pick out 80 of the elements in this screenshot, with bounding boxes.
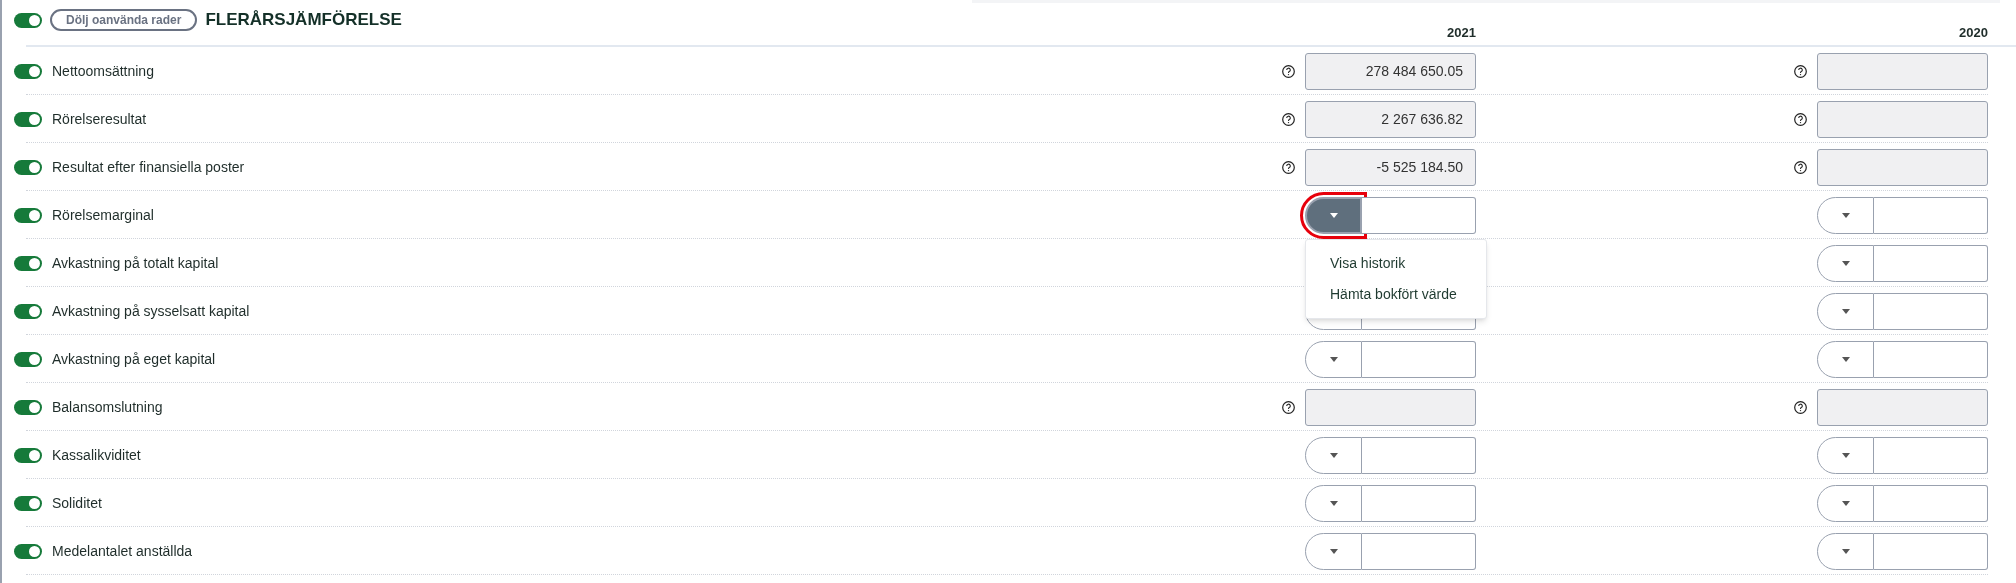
dropdown-button[interactable] bbox=[1817, 196, 1874, 234]
help-icon[interactable] bbox=[1282, 64, 1295, 78]
help-icon[interactable] bbox=[1794, 112, 1807, 126]
toggle-switch[interactable] bbox=[14, 207, 42, 223]
input-field[interactable] bbox=[1874, 436, 1988, 474]
caret-icon bbox=[1841, 212, 1850, 218]
toggle-switch[interactable] bbox=[14, 63, 42, 79]
value-field[interactable]: 2 267 636.82 bbox=[1305, 100, 1476, 138]
value-field[interactable]: -5 525 184.50 bbox=[1305, 148, 1476, 186]
section-title: FLERÅRSJÄMFÖRELSE bbox=[205, 9, 402, 32]
caret-icon bbox=[1329, 452, 1338, 458]
year-heading: 2021 bbox=[1447, 24, 1476, 42]
row-label: Rörelsemarginal bbox=[52, 205, 154, 225]
input-field[interactable] bbox=[1874, 196, 1988, 234]
input-field[interactable] bbox=[1874, 532, 1988, 570]
dropdown-button[interactable] bbox=[1817, 244, 1874, 282]
dropdown-button[interactable] bbox=[1817, 532, 1874, 570]
value-field[interactable] bbox=[1305, 388, 1476, 426]
hide-unused-rows-button[interactable]: Dölj oanvända rader bbox=[50, 9, 198, 31]
toggle-switch[interactable] bbox=[14, 351, 42, 367]
input-field[interactable] bbox=[1874, 292, 1988, 330]
value-field[interactable] bbox=[1817, 388, 1988, 426]
input-field[interactable] bbox=[1874, 484, 1988, 522]
input-field[interactable] bbox=[1874, 244, 1988, 282]
help-icon[interactable] bbox=[1794, 400, 1807, 414]
caret-icon bbox=[1841, 548, 1850, 554]
caret-icon bbox=[1329, 500, 1338, 506]
toggle-switch[interactable] bbox=[14, 12, 42, 28]
dropdown-button[interactable] bbox=[1817, 340, 1874, 378]
toggle-switch[interactable] bbox=[14, 255, 42, 271]
year-heading: 2020 bbox=[1959, 24, 1988, 42]
caret-icon bbox=[1329, 548, 1338, 554]
input-field[interactable] bbox=[1362, 484, 1476, 522]
row-label: Resultat efter finansiella poster bbox=[52, 157, 245, 177]
input-field[interactable] bbox=[1874, 340, 1988, 378]
value-field[interactable] bbox=[1817, 52, 1988, 90]
row-label: Avkastning på totalt kapital bbox=[52, 253, 219, 273]
caret-icon bbox=[1841, 308, 1850, 314]
help-icon[interactable] bbox=[1282, 112, 1295, 126]
help-icon[interactable] bbox=[1282, 400, 1295, 414]
input-field[interactable] bbox=[1362, 340, 1476, 378]
dropdown-button[interactable] bbox=[1305, 532, 1362, 570]
value-field[interactable] bbox=[1817, 148, 1988, 186]
help-icon[interactable] bbox=[1794, 64, 1807, 78]
value-field[interactable]: 278 484 650.05 bbox=[1305, 52, 1476, 90]
toggle-switch[interactable] bbox=[14, 447, 42, 463]
row-label: Soliditet bbox=[52, 493, 102, 513]
caret-icon bbox=[1841, 452, 1850, 458]
row-label: Medelantalet anställda bbox=[52, 541, 193, 561]
dropdown-button[interactable] bbox=[1305, 340, 1362, 378]
input-field[interactable] bbox=[1362, 436, 1476, 474]
input-field[interactable] bbox=[1362, 196, 1476, 234]
caret-icon bbox=[1841, 500, 1850, 506]
help-icon[interactable] bbox=[1794, 160, 1807, 174]
caret-icon bbox=[1841, 260, 1850, 266]
row-label: Balansomslutning bbox=[52, 397, 163, 417]
value-field[interactable] bbox=[1817, 100, 1988, 138]
dropdown-button[interactable] bbox=[1305, 484, 1362, 522]
row-label: Nettoomsättning bbox=[52, 61, 154, 81]
toggle-switch[interactable] bbox=[14, 495, 42, 511]
toggle-switch[interactable] bbox=[14, 543, 42, 559]
menu-item[interactable]: Visa historik bbox=[1306, 247, 1486, 279]
toggle-switch[interactable] bbox=[14, 159, 42, 175]
toggle-switch[interactable] bbox=[14, 399, 42, 415]
toggle-switch[interactable] bbox=[14, 111, 42, 127]
caret-icon bbox=[1329, 212, 1338, 218]
row-label: Rörelseresultat bbox=[52, 109, 147, 129]
caret-icon bbox=[1329, 356, 1338, 362]
dropdown-button[interactable] bbox=[1817, 484, 1874, 522]
toggle-switch[interactable] bbox=[14, 303, 42, 319]
row-label: Avkastning på eget kapital bbox=[52, 349, 216, 369]
dropdown-button[interactable] bbox=[1305, 436, 1362, 474]
caret-icon bbox=[1841, 356, 1850, 362]
input-field[interactable] bbox=[1362, 532, 1476, 570]
dropdown-button[interactable] bbox=[1817, 292, 1874, 330]
help-icon[interactable] bbox=[1282, 160, 1295, 174]
menu-item[interactable]: Hämta bokfört värde bbox=[1306, 278, 1486, 310]
dropdown-button[interactable] bbox=[1817, 436, 1874, 474]
row-label: Avkastning på sysselsatt kapital bbox=[52, 301, 250, 321]
row-label: Kassalikviditet bbox=[52, 445, 141, 465]
